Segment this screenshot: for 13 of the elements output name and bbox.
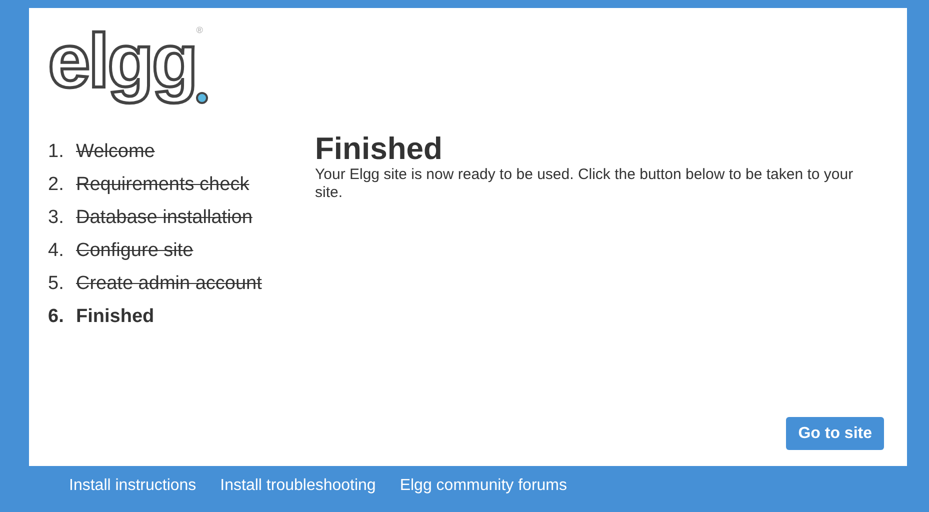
logo: elgg® [48,22,888,120]
step-item: 6. Finished [48,305,156,329]
step-item: 4. Configure site [48,239,194,263]
step-item: 5. Create admin account [48,272,263,296]
step-item: 2. Requirements check [48,173,250,197]
footer-link[interactable]: Elgg community forums [400,474,567,498]
step-item: 3. Database installation [48,206,254,230]
go-to-site-button[interactable]: Go to site [786,417,884,450]
description-text: Your Elgg site is now ready to be used. Click the button below to be taken to your site. [315,166,854,202]
footer-link[interactable]: Install instructions [69,474,196,498]
footer-link[interactable]: Install troubleshooting [220,474,376,498]
page-title: Finished [315,132,444,166]
step-item: 1. Welcome [48,140,156,164]
